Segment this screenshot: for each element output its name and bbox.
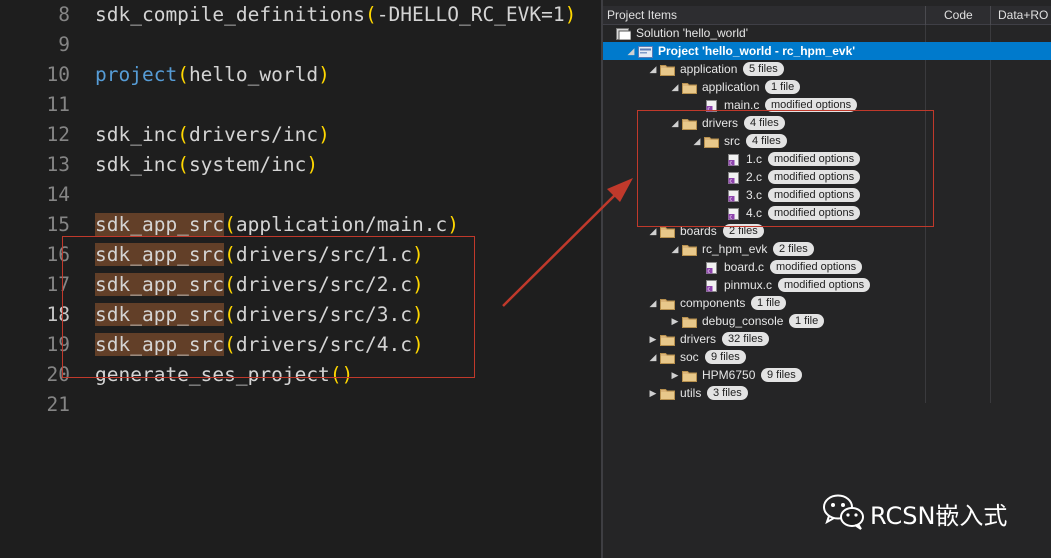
wechat-icon [823,494,864,530]
annotation-arrow [502,178,633,307]
watermark-text: RCSN嵌入式 [870,502,1008,530]
